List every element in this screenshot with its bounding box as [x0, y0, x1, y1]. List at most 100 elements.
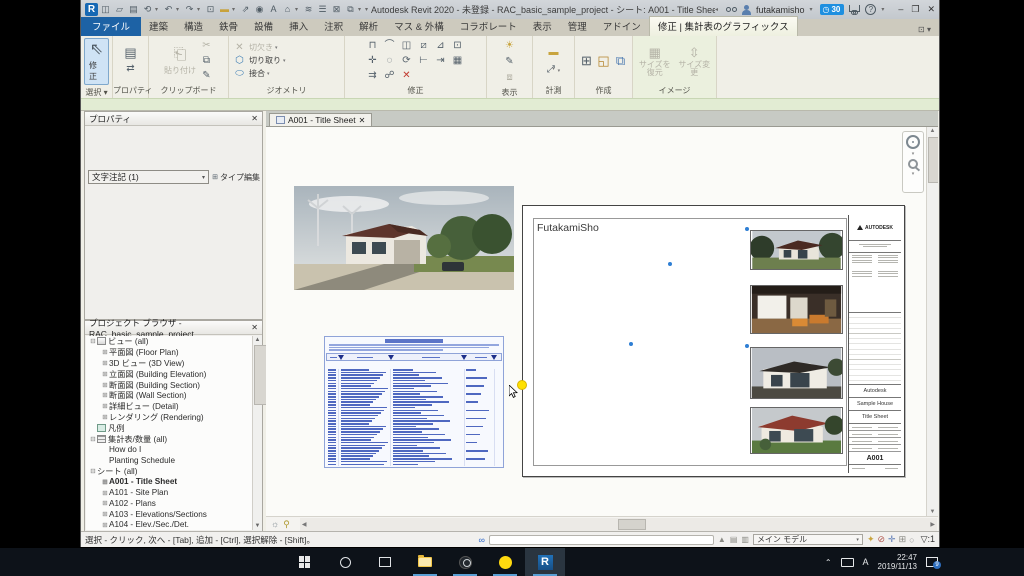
resize-button[interactable]: ⇳ サイズ変更	[676, 45, 714, 77]
switch-windows-icon-caret[interactable]: ▾	[358, 6, 364, 13]
tree-item-0[interactable]: ⊟ビュー (all)	[86, 336, 252, 347]
worksets-field[interactable]	[489, 535, 714, 545]
ribbon-tab-3[interactable]: 鉄骨	[211, 17, 246, 36]
modify-tool-icon-9[interactable]: ⊢	[416, 53, 431, 68]
drawing-canvas[interactable]: FutakamiSho	[266, 126, 938, 516]
browser-scrollbar[interactable]: ▲ ▼	[252, 336, 262, 530]
modify-tool-icon-2[interactable]: ◫	[399, 38, 414, 53]
ribbon-tab-4[interactable]: 設備	[246, 17, 281, 36]
tree-expander-icon[interactable]: ⊟	[89, 337, 97, 345]
selection-grip[interactable]	[745, 344, 749, 348]
file-explorer-button[interactable]	[405, 548, 445, 576]
edit-type-button[interactable]: ⊞ タイプ編集	[211, 170, 260, 184]
canvas-horizontal-scrollbar[interactable]: ◀ ▶	[300, 518, 937, 531]
store-cart-icon[interactable]	[849, 5, 860, 12]
tree-expander-icon[interactable]: ⊞	[101, 359, 109, 367]
selection-grip[interactable]	[629, 342, 633, 346]
measure-icon-caret[interactable]: ▾	[232, 6, 238, 13]
tree-expander-icon[interactable]: ⊞	[101, 348, 109, 356]
switch-windows-icon[interactable]: ⧉	[344, 3, 357, 16]
viewport-exterior-render[interactable]	[750, 230, 843, 270]
search-caret-icon[interactable]: ◂	[715, 6, 721, 13]
undo-icon[interactable]: ↶	[162, 3, 175, 16]
filter-arrow-icon[interactable]	[388, 355, 394, 360]
tree-item-9[interactable]: ⊟集計表/数量 (all)	[86, 433, 252, 444]
match-type-icon[interactable]: ✎	[199, 68, 214, 83]
action-center-icon[interactable]: 9	[926, 557, 938, 567]
search-icon[interactable]	[726, 7, 737, 12]
modify-tool-icon-14[interactable]: ✕	[399, 68, 414, 83]
redo-icon-caret[interactable]: ▾	[197, 6, 203, 13]
linework-brush-icon[interactable]: ✎	[502, 54, 517, 69]
tree-expander-icon[interactable]: ⊞	[101, 381, 109, 389]
tree-expander-icon[interactable]: ⊟	[89, 435, 97, 443]
undo-icon-caret[interactable]: ▾	[176, 6, 182, 13]
user-menu-caret-icon[interactable]: ▾	[809, 6, 815, 13]
tree-item-2[interactable]: ⊞3D ビュー (3D View)	[86, 358, 252, 369]
measure-tape-icon[interactable]: ▬ ▾	[546, 45, 561, 60]
tree-item-6[interactable]: ⊞詳細ビュー (Detail)	[86, 401, 252, 412]
scrollbar-thumb[interactable]	[618, 519, 646, 530]
scroll-left-icon[interactable]: ◀	[302, 521, 307, 528]
cortana-button[interactable]	[325, 548, 365, 576]
close-button[interactable]: ✕	[927, 4, 935, 15]
restore-size-button[interactable]: ▦ サイズを復元	[636, 45, 674, 77]
modify-button[interactable]: ⇖ 修正	[84, 38, 109, 85]
ribbon-tab-7[interactable]: 解析	[351, 17, 386, 36]
press-drag-icon[interactable]: ✛	[888, 534, 896, 545]
tree-item-17[interactable]: ⊞A104 - Elev./Sec./Det.	[86, 520, 252, 530]
properties-close-icon[interactable]: ✕	[251, 114, 258, 123]
modify-tool-icon-11[interactable]: ▦	[450, 53, 465, 68]
print-icon[interactable]: ⊡	[204, 3, 217, 16]
revit-logo-icon[interactable]: R	[85, 3, 98, 16]
zoom-magnifier-icon[interactable]	[908, 159, 918, 169]
ribbon-tab-12[interactable]: アドイン	[595, 17, 649, 36]
steering-wheel-icon[interactable]	[906, 135, 920, 149]
tree-expander-icon[interactable]: ⊞	[101, 413, 109, 421]
wheel-caret-icon[interactable]: ▾	[912, 151, 915, 157]
editable-only-icon[interactable]: ▲	[718, 535, 726, 544]
modify-tool-icon-7[interactable]: ◌	[382, 53, 397, 68]
tray-expand-icon[interactable]: ⌃	[825, 558, 832, 567]
scroll-up-icon[interactable]: ▲	[927, 128, 938, 134]
ribbon-tab-1[interactable]: 建築	[141, 17, 176, 36]
view-tab-close-icon[interactable]: ✕	[359, 116, 366, 125]
cut-to-clipboard-icon[interactable]: ✂	[199, 38, 214, 53]
copy-to-clipboard-icon[interactable]: ⧉	[199, 53, 214, 68]
modify-tool-icon-4[interactable]: ⊿	[433, 38, 448, 53]
modify-tool-icon-12[interactable]: ⇉	[365, 68, 380, 83]
modify-tool-icon-8[interactable]: ⟳	[399, 53, 414, 68]
section-icon[interactable]: ≋	[302, 3, 315, 16]
clock[interactable]: 22:47 2019/11/13	[878, 553, 917, 571]
viewport-exterior-white-house[interactable]	[750, 347, 843, 399]
join-geometry-button[interactable]: ⬭ 接合▾	[232, 67, 270, 80]
help-icon[interactable]: ?	[865, 4, 876, 15]
displace-elements-icon[interactable]: ⧈	[502, 70, 517, 85]
tree-item-16[interactable]: ⊞A103 - Elevations/Sections	[86, 509, 252, 520]
viewport-interior-render[interactable]	[750, 285, 843, 334]
ribbon-display-toggle-icon[interactable]: ⊡ ▾	[910, 23, 939, 36]
measure-icon[interactable]: ▬	[218, 3, 231, 16]
modify-tool-icon-0[interactable]: ⊓	[365, 38, 380, 53]
filter-arrow-icon[interactable]	[338, 355, 344, 360]
keyboard-icon[interactable]	[841, 558, 854, 567]
tree-expander-icon[interactable]: ⊟	[89, 467, 97, 475]
modify-tool-icon-6[interactable]: ✛	[365, 53, 380, 68]
exclude-options-icon[interactable]: ⊘	[877, 534, 885, 545]
planting-schedule-view[interactable]	[324, 336, 504, 468]
save-icon[interactable]: ▤	[127, 3, 140, 16]
viewport-red-roof-house[interactable]	[750, 407, 843, 454]
lightbulb-icon[interactable]: ☀	[502, 38, 517, 53]
default-3d-view-icon-caret[interactable]: ▾	[295, 6, 301, 13]
tree-expander-icon[interactable]: ⊞	[101, 391, 109, 399]
user-avatar-icon[interactable]	[742, 5, 751, 15]
temporary-hide-bulb-icon[interactable]: ⚲	[283, 519, 290, 530]
title-sheet[interactable]: FutakamiSho	[522, 205, 905, 477]
sync-icon-caret[interactable]: ▾	[155, 6, 161, 13]
selection-grip[interactable]	[668, 262, 672, 266]
canvas-vertical-scrollbar[interactable]: ▲ ▼	[926, 127, 938, 516]
tree-expander-icon[interactable]: ⊞	[101, 499, 109, 507]
tree-item-13[interactable]: ⊞A001 - Title Sheet	[86, 476, 252, 487]
restore-button[interactable]: ❐	[911, 4, 919, 15]
help-caret-icon[interactable]: ▾	[881, 6, 887, 13]
